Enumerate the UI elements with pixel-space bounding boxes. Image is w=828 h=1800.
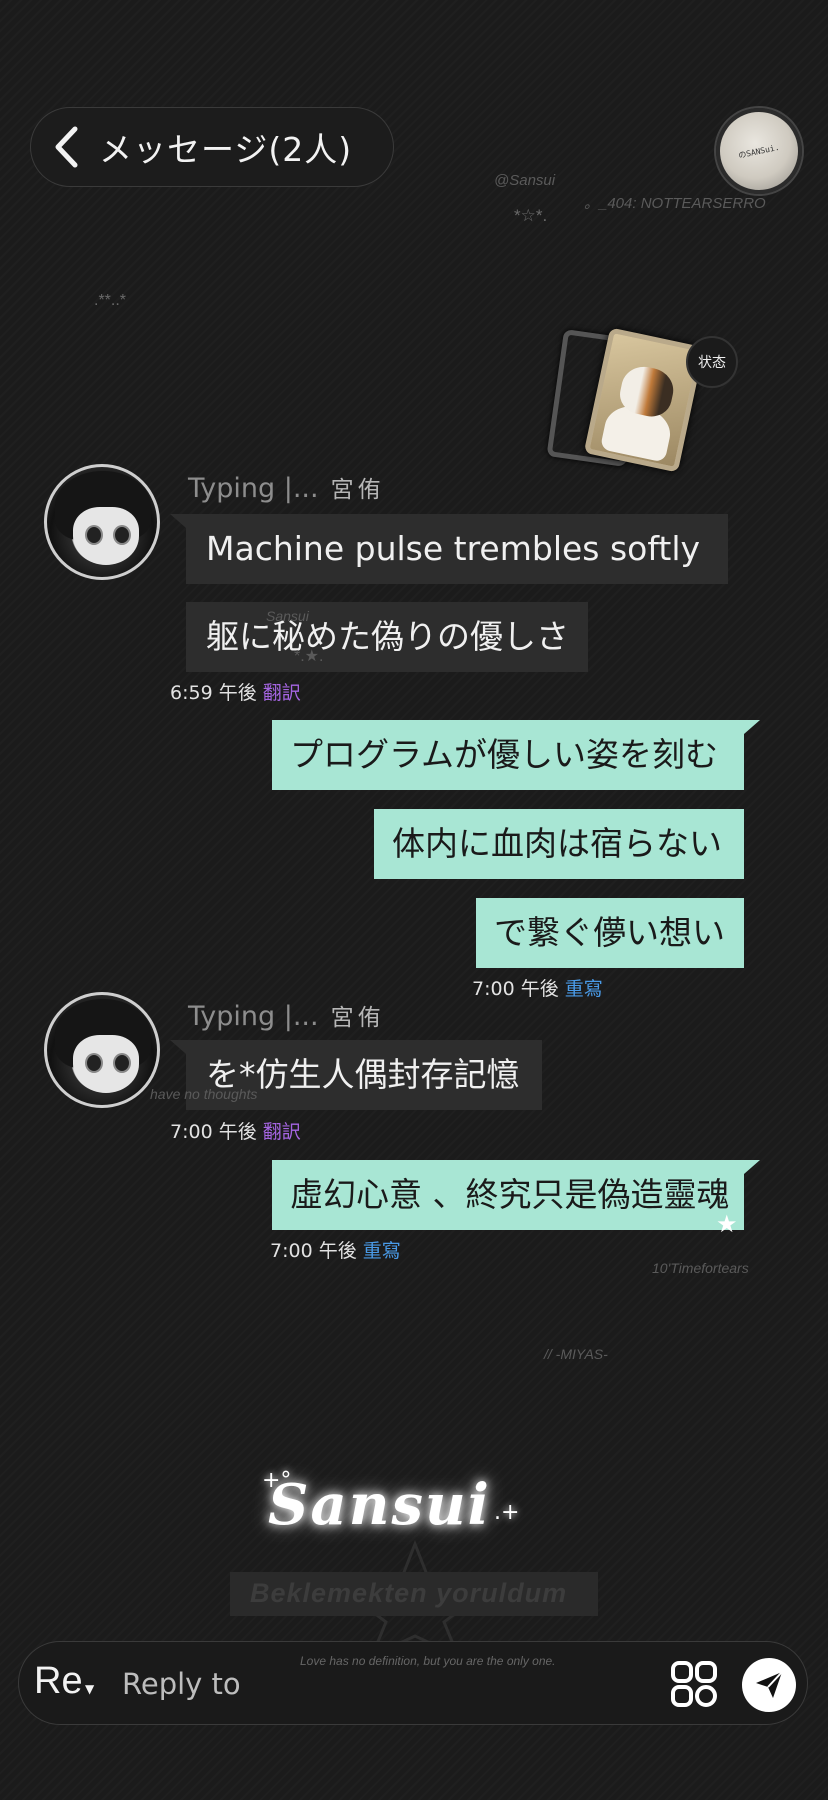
reply-mode-selector[interactable]: Re [34, 1660, 83, 1703]
message-bubble[interactable]: プログラムが優しい姿を刻む [272, 720, 744, 790]
sig-sparkle-right: .+ [494, 1500, 520, 1525]
stars-decoration-2: *.★. [294, 648, 324, 665]
sender-name: 宮侑 [330, 477, 385, 503]
sender-avatar[interactable] [44, 992, 160, 1108]
send-button[interactable] [742, 1658, 796, 1712]
reply-input[interactable] [122, 1662, 622, 1706]
message-timestamp: 7:00 午後 重寫 [270, 1240, 401, 1262]
chevron-down-icon[interactable]: ▼ [85, 1682, 94, 1696]
timefortears-text: 10'Timefortears [652, 1260, 749, 1276]
translate-link[interactable]: 翻訳 [263, 682, 301, 704]
stars-decoration: *☆*. [514, 206, 548, 225]
rewrite-link[interactable]: 重寫 [363, 1240, 401, 1262]
message-bubble[interactable]: 躯に秘めた偽りの優しさ [186, 602, 588, 672]
miyas-text: // -MIYAS- [544, 1346, 608, 1362]
dots-decoration: .**..* [94, 292, 127, 309]
watermark-sansui: @Sansui [494, 172, 556, 189]
translate-link[interactable]: 翻訳 [263, 1121, 301, 1143]
message-bubble[interactable]: で繋ぐ儚い想い [476, 898, 744, 968]
have-no-thoughts-text: have no thoughts [150, 1086, 258, 1102]
message-timestamp: 7:00 午後 翻訳 [170, 1121, 301, 1143]
sender-name: 宮侑 [330, 1005, 385, 1031]
back-button[interactable]: メッセージ(2人) [30, 107, 394, 187]
apps-grid-icon[interactable] [670, 1660, 718, 1708]
page-title: メッセージ(2人) [99, 130, 353, 169]
watermark-404: 。_404: NOTTEARSERRO [584, 195, 766, 212]
star-sparkle-icon: ★ [716, 1210, 738, 1238]
typing-indicator: Typing |... 宮侑 [188, 473, 385, 504]
rewrite-link[interactable]: 重寫 [565, 978, 603, 1000]
typing-indicator: Typing |... 宮侑 [188, 1001, 385, 1032]
message-bubble[interactable]: 体内に血肉は宿らない [374, 809, 744, 879]
signature-text: Sansui [268, 1472, 491, 1538]
message-timestamp: 6:59 午後 翻訳 [170, 682, 301, 704]
send-icon [756, 1671, 783, 1698]
watermark-sansui-2: Sansui [266, 608, 309, 624]
caption-text: Beklemekten yoruldum [250, 1578, 568, 1608]
message-bubble[interactable]: 虛幻心意 、終究只是偽造靈魂 [272, 1160, 744, 1230]
message-bubble[interactable]: Machine pulse trembles softly [186, 514, 728, 584]
message-timestamp: 7:00 午後 重寫 [472, 978, 603, 1000]
status-badge[interactable]: 状态 [686, 336, 738, 388]
header-avatar[interactable]: のSANSui. [716, 108, 802, 194]
sender-avatar[interactable] [44, 464, 160, 580]
chevron-left-icon [55, 126, 78, 168]
